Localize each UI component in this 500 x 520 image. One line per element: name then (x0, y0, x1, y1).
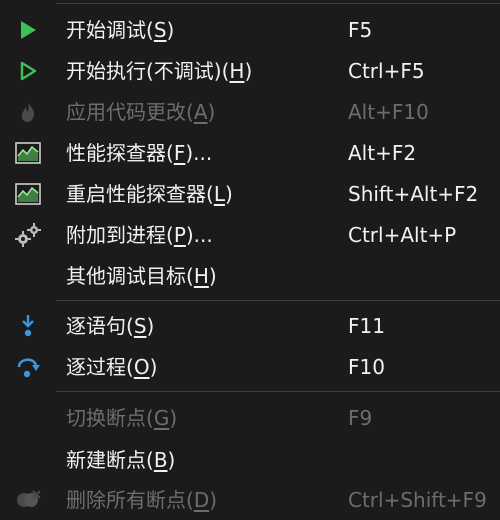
menu-item-label: 应用代码更改( (66, 100, 194, 124)
shortcut-text: Alt+F10 (348, 100, 429, 124)
accelerator-key: F (173, 141, 186, 165)
menu-item-restart-performance-profiler[interactable]: 重启性能探查器(L) Shift+Alt+F2 (0, 174, 500, 214)
shortcut-text: Ctrl+Alt+P (348, 223, 457, 247)
menu-item-label-suffix: ) (166, 18, 175, 42)
shortcut-text: F10 (348, 355, 385, 379)
flame-icon (14, 100, 42, 124)
separator (56, 300, 500, 301)
separator (56, 3, 500, 4)
menu-item-label: 切换断点( (66, 406, 154, 430)
menu-item-label-suffix: ) (208, 264, 217, 288)
play-outline-icon (14, 59, 42, 83)
shortcut-text: Ctrl+Shift+F9 (348, 488, 487, 512)
shortcut-text: Ctrl+F5 (348, 59, 425, 83)
shortcut-text: F5 (348, 18, 373, 42)
accelerator-key: S (133, 314, 147, 338)
accelerator-key: S (153, 18, 167, 42)
menu-item-start-without-debugging[interactable]: 开始执行(不调试)(H) Ctrl+F5 (0, 51, 500, 91)
menu-item-label: 新建断点( (66, 448, 154, 472)
menu-item-label: 开始执行(不调试)( (66, 59, 230, 83)
accelerator-key: H (193, 264, 209, 288)
shortcut-text: Alt+F2 (348, 141, 417, 165)
menu-item-label-suffix: ) (244, 59, 253, 83)
menu-item-label: 逐语句( (66, 314, 134, 338)
menu-item-label-suffix: ) (146, 314, 155, 338)
shortcut-text: F11 (348, 314, 385, 338)
separator (56, 391, 500, 392)
debug-menu: 开始调试(S) F5 开始执行(不调试)(H) Ctrl+F5 应用代码更改(A… (0, 0, 500, 512)
accelerator-key: G (153, 406, 170, 430)
menu-item-step-into[interactable]: 逐语句(S) F11 (0, 306, 500, 346)
menu-item-label: 开始调试( (66, 18, 154, 42)
menu-item-label-suffix: )... (185, 141, 213, 165)
menu-item-label-suffix: )... (185, 223, 213, 247)
accelerator-key: L (213, 182, 225, 206)
menu-item-label-suffix: ) (167, 448, 176, 472)
menu-item-label: 删除所有断点( (66, 488, 194, 512)
menu-item-label: 附加到进程( (66, 223, 174, 247)
menu-item-label-suffix: ) (207, 100, 216, 124)
menu-item-apply-code-changes[interactable]: 应用代码更改(A) Alt+F10 (0, 92, 500, 132)
menu-item-new-breakpoint[interactable]: 新建断点(B) (0, 440, 500, 480)
menu-item-label-suffix: ) (149, 355, 158, 379)
accelerator-key: B (153, 448, 168, 472)
shortcut-text: F9 (348, 406, 373, 430)
menu-item-step-over[interactable]: 逐过程(O) F10 (0, 347, 500, 387)
menu-item-label-suffix: ) (209, 488, 218, 512)
menu-item-label-suffix: ) (224, 182, 233, 206)
menu-item-label: 性能探查器( (66, 141, 174, 165)
step-over-icon (14, 355, 42, 379)
menu-item-label: 重启性能探查器( (66, 182, 214, 206)
menu-item-other-debug-targets[interactable]: 其他调试目标(H) (0, 256, 500, 296)
accelerator-key: D (193, 488, 210, 512)
menu-item-performance-profiler[interactable]: 性能探查器(F)... Alt+F2 (0, 133, 500, 173)
play-green-icon (14, 18, 42, 42)
performance-chart-icon (14, 141, 42, 165)
step-into-icon (14, 314, 42, 338)
performance-chart-icon (14, 182, 42, 206)
menu-item-label-suffix: ) (169, 406, 178, 430)
delete-breakpoints-icon (14, 488, 42, 512)
menu-item-delete-all-breakpoints[interactable]: 删除所有断点(D) Ctrl+Shift+F9 (0, 480, 500, 520)
accelerator-key: O (133, 355, 150, 379)
gears-icon (14, 223, 42, 247)
menu-item-start-debugging[interactable]: 开始调试(S) F5 (0, 10, 500, 50)
shortcut-text: Shift+Alt+F2 (348, 182, 479, 206)
menu-item-label: 逐过程( (66, 355, 134, 379)
menu-item-toggle-breakpoint[interactable]: 切换断点(G) F9 (0, 398, 500, 438)
accelerator-key: P (173, 223, 186, 247)
menu-item-label: 其他调试目标( (66, 264, 194, 288)
accelerator-key: H (229, 59, 245, 83)
accelerator-key: A (193, 100, 208, 124)
menu-item-attach-to-process[interactable]: 附加到进程(P)... Ctrl+Alt+P (0, 215, 500, 255)
